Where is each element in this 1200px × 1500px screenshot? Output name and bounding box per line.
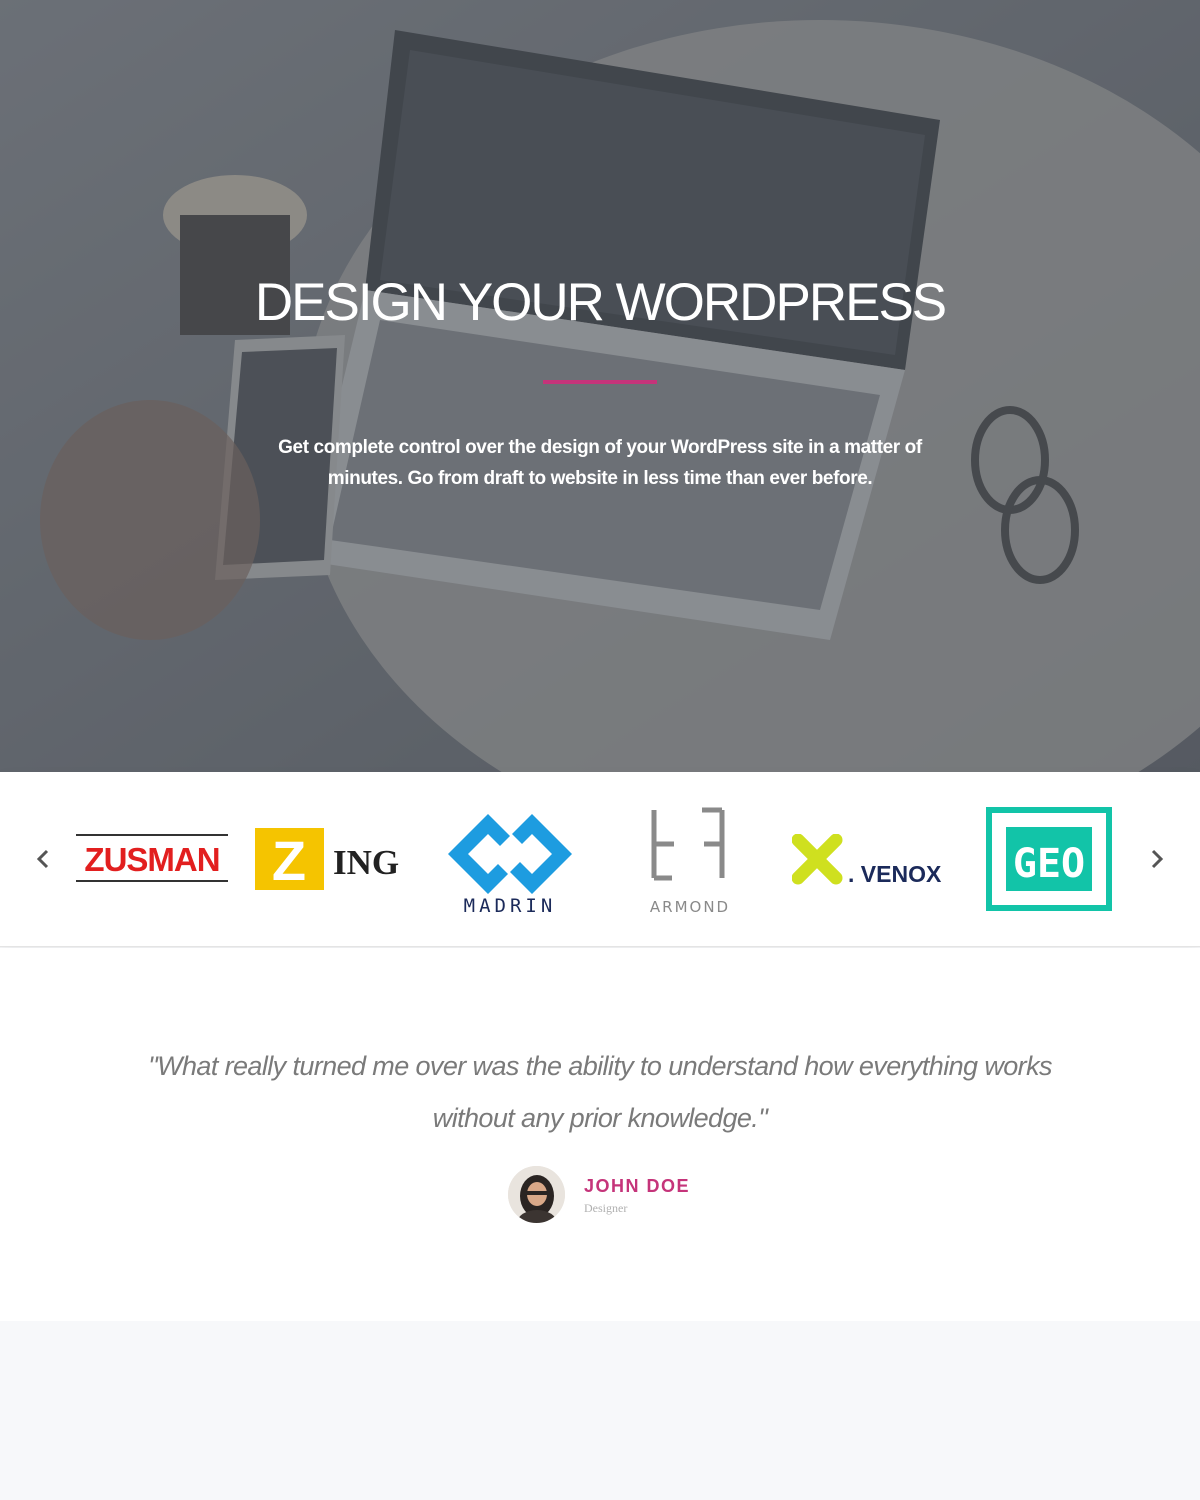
logo-zing-mark: Z xyxy=(272,829,306,892)
chevron-right-icon xyxy=(1151,849,1164,869)
testimonial-section: "What really turned me over was the abil… xyxy=(0,948,1200,1321)
logo-geo[interactable]: GEO xyxy=(986,807,1112,911)
logo-armond-text: ARMOND xyxy=(650,898,730,916)
hero-section: DESIGN YOUR WORDPRESS Get complete contr… xyxy=(0,0,1200,772)
page-bottom-area xyxy=(0,1321,1200,1500)
author-role: Designer xyxy=(584,1201,628,1215)
hero-subtitle: Get complete control over the design of … xyxy=(278,437,922,489)
logo-venox-text: . VENOX xyxy=(848,861,942,886)
logo-armond[interactable]: ARMOND xyxy=(638,806,742,916)
logo-zusman-text: ZUSMAN xyxy=(84,841,219,878)
logo-madrin-text: MADRIN xyxy=(464,895,557,916)
chevron-left-icon xyxy=(36,849,49,869)
logo-madrin[interactable]: MADRIN xyxy=(448,806,572,917)
carousel-prev-button[interactable] xyxy=(28,842,58,876)
hero-title: DESIGN YOUR WORDPRESS xyxy=(254,273,947,332)
logo-carousel: ZUSMAN Z ING MADRIN ARMOND . VENOX GEO xyxy=(0,772,1200,947)
logo-zusman[interactable]: ZUSMAN xyxy=(76,834,228,882)
testimonial-author: JOHN DOE Designer xyxy=(508,1166,768,1226)
carousel-next-button[interactable] xyxy=(1142,842,1172,876)
hero-divider xyxy=(543,380,657,384)
avatar xyxy=(508,1166,565,1223)
logo-geo-text: GEO xyxy=(1013,841,1085,887)
author-name: JOHN DOE xyxy=(584,1176,691,1196)
logo-zing[interactable]: Z ING xyxy=(255,828,407,892)
hero-content: DESIGN YOUR WORDPRESS Get complete contr… xyxy=(0,0,1200,772)
logo-zing-text: ING xyxy=(333,843,399,882)
logo-venox[interactable]: . VENOX xyxy=(791,833,948,887)
testimonial-quote: "What really turned me over was the abil… xyxy=(148,1051,1052,1133)
